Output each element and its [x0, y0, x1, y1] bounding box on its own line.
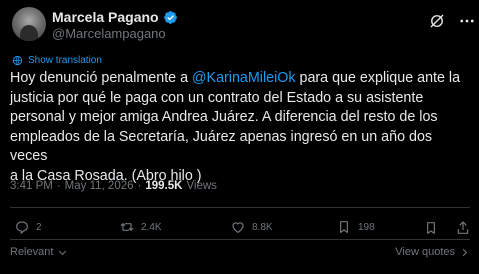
divider-top [10, 207, 470, 208]
divider-bottom [10, 239, 470, 240]
bookmark-count-button[interactable]: 198 [336, 219, 375, 235]
sort-label[interactable]: Relevant [10, 246, 53, 258]
more-options-icon[interactable] [458, 12, 476, 30]
verified-badge-icon [163, 10, 177, 24]
repost-button[interactable]: 2.4K [119, 219, 162, 235]
reply-icon [16, 221, 28, 235]
show-translation-label[interactable]: Show translation [28, 55, 102, 66]
reply-button[interactable]: 2 [14, 219, 42, 235]
tweet-text-start: Hoy denunció penalmente a [10, 70, 193, 86]
repost-icon [120, 223, 134, 231]
view-quotes-link[interactable]: View quotes [395, 246, 470, 258]
author-name-row: Marcela Pagano [52, 9, 178, 25]
bookmark-outline-icon [340, 221, 348, 233]
repost-count: 2.4K [141, 221, 162, 233]
bookmark-count: 198 [358, 221, 375, 233]
heart-icon [232, 222, 244, 234]
view-quotes-label[interactable]: View quotes [395, 246, 455, 258]
tweet-actions: 2 2.4K 8.8K 198 [10, 219, 470, 239]
mention-link[interactable]: @KarinaMileiOk [192, 70, 296, 86]
views-label: Views [186, 180, 217, 192]
author-handle[interactable]: @Marcelampagano [52, 26, 166, 41]
show-translation-link[interactable]: Show translation [12, 55, 102, 66]
like-button[interactable]: 8.8K [230, 219, 273, 235]
grok-icon[interactable] [428, 12, 446, 30]
chevron-right-icon [462, 248, 468, 256]
meta-separator: · [137, 180, 142, 192]
tweet-text: Hoy denunció penalmente a @KarinaMileiOk… [10, 69, 472, 186]
bookmark-icon[interactable] [423, 220, 439, 236]
avatar[interactable] [12, 7, 46, 41]
share-icon[interactable] [455, 220, 471, 236]
tweet-text-rest: para que explique ante la justicia por q… [10, 70, 461, 184]
sort-dropdown[interactable]: Relevant [10, 246, 68, 258]
tweet-time[interactable]: 3:41 PM [10, 180, 53, 192]
tweet-header: Marcela Pagano @Marcelampagano [10, 4, 474, 44]
like-count: 8.8K [252, 221, 273, 233]
views-count: 199.5K [145, 180, 183, 192]
tweet-date[interactable]: May 11, 2026 [65, 180, 134, 192]
author-display-name[interactable]: Marcela Pagano [52, 9, 159, 25]
tweet-meta: 3:41 PM · May 11, 2026 · 199.5K Views [10, 180, 217, 192]
globe-icon [12, 55, 23, 66]
replies-footer: Relevant View quotes [10, 246, 470, 262]
reply-count: 2 [36, 221, 42, 233]
chevron-down-icon [59, 250, 67, 255]
meta-separator: · [56, 180, 61, 192]
